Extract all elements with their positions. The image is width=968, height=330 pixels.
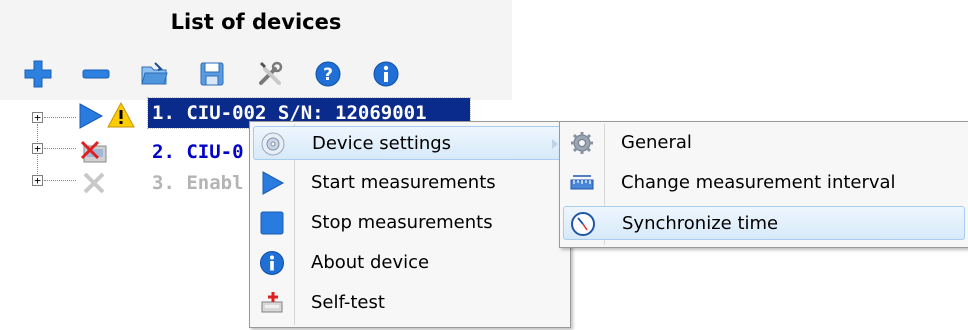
clock-icon [571,212,595,236]
settings-disc-icon [261,132,285,156]
expand-toggle[interactable]: + [32,143,43,154]
menu-item-label: Start measurements [311,172,496,193]
menu-item-label: Change measurement interval [621,172,896,193]
self-test-icon [261,292,283,313]
expand-toggle[interactable]: + [32,175,43,186]
gear-icon [571,132,593,154]
context-menu: Device settings Start measurements Stop … [249,121,571,328]
warning-icon [107,101,135,128]
save-icon [200,62,224,86]
device-error-icon [80,140,107,163]
tree-item-device-3[interactable]: 3. Enabl [152,168,244,198]
menu-item-stop-measurements[interactable]: Stop measurements [253,206,567,240]
tree-item-device-2[interactable]: 2. CIU-0 [152,137,244,167]
menu-item-self-test[interactable]: Self-test [253,286,567,320]
info-icon [373,61,399,87]
device-settings-submenu: General Change measurement interval Sync… [559,121,968,248]
play-icon [262,171,285,195]
remove-device-button[interactable] [80,58,112,90]
menu-item-label: Synchronize time [622,213,779,234]
chevron-right-icon [552,139,558,149]
tree-connector [44,117,76,118]
info-icon [260,251,284,275]
submenu-item-synchronize-time[interactable]: Synchronize time [563,206,965,240]
info-button[interactable] [370,58,402,90]
stop-icon [260,211,284,235]
menu-item-label: Stop measurements [311,212,493,233]
disabled-icon [83,172,105,194]
tools-icon [259,61,283,85]
panel-title: List of devices [170,10,342,34]
submenu-item-general[interactable]: General [563,126,965,160]
submenu-item-change-measurement-interval[interactable]: Change measurement interval [563,166,965,200]
menu-item-label: Self-test [311,292,385,313]
menu-item-label: Device settings [312,133,452,154]
tree-connector [44,180,76,181]
ruler-icon [570,175,594,190]
menu-item-about-device[interactable]: About device [253,246,567,280]
menu-item-label: About device [311,252,430,273]
expand-toggle[interactable]: + [32,112,43,123]
add-device-button[interactable] [22,58,54,90]
open-folder-icon [141,62,168,85]
help-icon: ? [315,61,341,87]
play-status-icon [79,103,104,129]
tree-connector [44,148,76,149]
save-button[interactable] [196,58,228,90]
help-button[interactable]: ? [312,58,344,90]
open-button[interactable] [138,58,170,90]
menu-item-start-measurements[interactable]: Start measurements [253,166,567,200]
menu-item-device-settings[interactable]: Device settings [253,126,567,160]
menu-item-label: General [621,132,692,153]
remove-icon [82,69,110,79]
add-icon [24,60,52,88]
tools-button[interactable] [254,58,286,90]
svg-text:?: ? [323,65,333,85]
